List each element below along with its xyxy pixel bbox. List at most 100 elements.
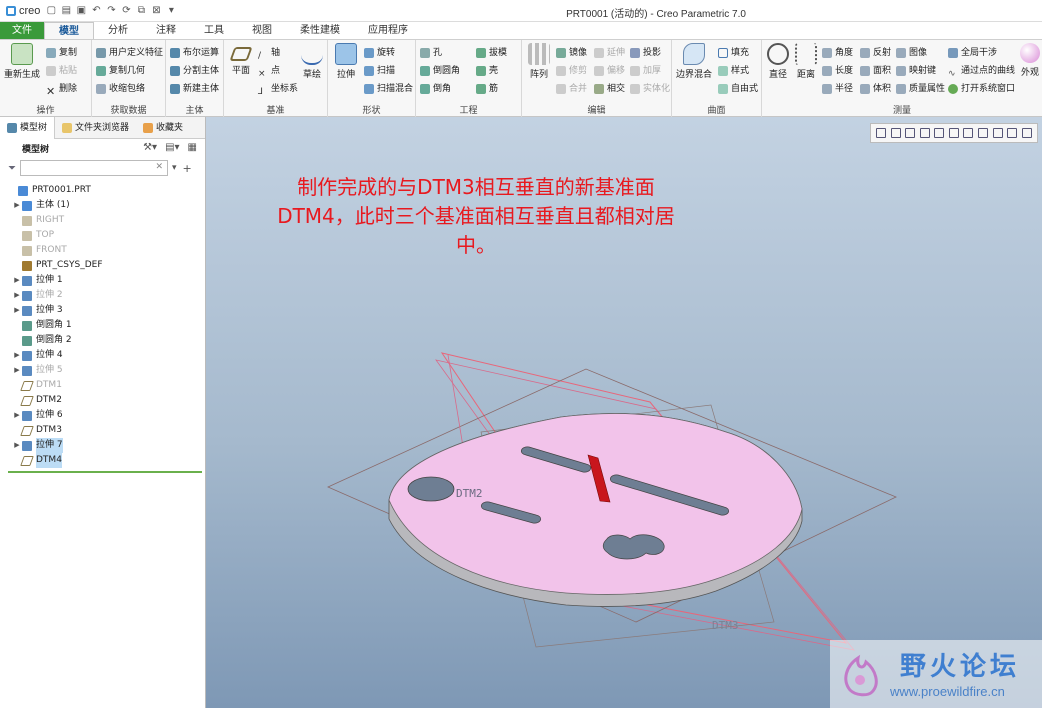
copy-button[interactable]: 复制 bbox=[46, 45, 77, 61]
tab-flexible-modeling[interactable]: 柔性建模 bbox=[286, 22, 354, 39]
appearance-button[interactable]: 外观 bbox=[1018, 43, 1042, 78]
round-hole[interactable] bbox=[407, 476, 455, 502]
boolean-button[interactable]: 布尔运算 bbox=[170, 45, 219, 61]
image-button[interactable]: 图像 bbox=[896, 45, 927, 61]
extend-button[interactable]: 延伸 bbox=[594, 45, 625, 61]
plane-button[interactable]: 平面 bbox=[226, 43, 256, 76]
intersect-button[interactable]: 相交 bbox=[594, 81, 625, 97]
regenerate-button[interactable]: 重新生成 bbox=[2, 43, 42, 80]
volume-button[interactable]: 体积 bbox=[860, 81, 891, 97]
point-button[interactable]: × 点 bbox=[258, 63, 280, 79]
solidify-button[interactable]: 实体化 bbox=[630, 81, 670, 97]
tab-applications[interactable]: 应用程序 bbox=[354, 22, 422, 39]
add-filter-icon[interactable]: + bbox=[183, 162, 192, 175]
expand-arrow-icon[interactable]: ▶ bbox=[12, 348, 22, 363]
boundary-blend-button[interactable]: 边界混合 bbox=[674, 43, 714, 80]
mass-properties-button[interactable]: 质量属性 bbox=[896, 81, 945, 97]
delete-button[interactable]: ✕ 删除 bbox=[46, 81, 77, 98]
radius-button[interactable]: 半径 bbox=[822, 81, 853, 97]
shrinkwrap-button[interactable]: 收缩包络 bbox=[96, 81, 145, 97]
expand-arrow-icon[interactable]: ▶ bbox=[12, 438, 22, 453]
draft-button[interactable]: 拔模 bbox=[476, 45, 507, 61]
tree-node[interactable]: DTM4 bbox=[0, 453, 205, 468]
reflect-button[interactable]: 反射 bbox=[860, 45, 891, 61]
tree-node[interactable]: ▶ 拉伸 3 bbox=[0, 303, 205, 318]
tab-analysis[interactable]: 分析 bbox=[94, 22, 142, 39]
map-key-button[interactable]: 映射键 bbox=[896, 63, 936, 79]
round-button[interactable]: 倒圆角 bbox=[420, 63, 460, 79]
area-button[interactable]: 面积 bbox=[860, 63, 891, 79]
offset-button[interactable]: 偏移 bbox=[594, 63, 625, 79]
tree-node[interactable]: DTM3 bbox=[0, 423, 205, 438]
filter-icon[interactable]: ⏷ bbox=[8, 163, 16, 174]
udf-button[interactable]: 用户定义特征 bbox=[96, 45, 163, 61]
tree-node[interactable]: ▶ 拉伸 6 bbox=[0, 408, 205, 423]
expand-arrow-icon[interactable]: ▶ bbox=[12, 303, 22, 318]
tree-search-input[interactable]: ✕ bbox=[20, 160, 168, 176]
shell-button[interactable]: 壳 bbox=[476, 63, 498, 79]
tree-node[interactable]: TOP bbox=[0, 228, 205, 243]
tree-show-icon[interactable]: ▤▾ bbox=[165, 142, 179, 153]
expand-arrow-icon[interactable]: ▶ bbox=[12, 273, 22, 288]
diameter-button[interactable]: 直径 bbox=[764, 43, 792, 80]
rib-button[interactable]: 筋 bbox=[476, 81, 498, 97]
global-interference-button[interactable]: 全局干涉 bbox=[948, 45, 997, 61]
filter-dropdown-icon[interactable]: ▾ bbox=[172, 163, 177, 173]
tree-node[interactable]: PRT_CSYS_DEF bbox=[0, 258, 205, 273]
model-geometry[interactable]: DTM2 DTM3 bbox=[206, 117, 1042, 708]
tree-node[interactable]: ▶ 拉伸 2 bbox=[0, 288, 205, 303]
chamfer-button[interactable]: 倒角 bbox=[420, 81, 451, 97]
pattern-button[interactable]: 阵列 bbox=[524, 43, 554, 80]
new-body-button[interactable]: 新建主体 bbox=[170, 81, 219, 97]
axis-button[interactable]: / 轴 bbox=[258, 45, 280, 61]
tab-model-tree[interactable]: 模型树 bbox=[0, 116, 56, 139]
freestyle-button[interactable]: 自由式 bbox=[718, 81, 758, 97]
tab-file[interactable]: 文件 bbox=[0, 22, 44, 39]
tree-columns-icon[interactable]: ▦ bbox=[188, 142, 197, 153]
insert-here-marker[interactable] bbox=[8, 471, 202, 473]
sweep-button[interactable]: 扫描 bbox=[364, 63, 395, 79]
tree-node[interactable]: ▶ 拉伸 1 bbox=[0, 273, 205, 288]
expand-arrow-icon[interactable]: ▶ bbox=[12, 408, 22, 423]
copy-geometry-button[interactable]: 复制几何 bbox=[96, 63, 145, 79]
split-body-button[interactable]: 分割主体 bbox=[170, 63, 219, 79]
angle-button[interactable]: 角度 bbox=[822, 45, 853, 61]
hole-button[interactable]: 孔 bbox=[420, 45, 442, 61]
tree-node[interactable]: RIGHT bbox=[0, 213, 205, 228]
csys-button[interactable]: ⅃ 坐标系 bbox=[258, 81, 298, 97]
paste-button[interactable]: 粘贴 bbox=[46, 63, 77, 79]
tree-node[interactable]: 倒圆角 1 bbox=[0, 318, 205, 333]
tab-model[interactable]: 模型 bbox=[44, 22, 94, 39]
length-button[interactable]: 长度 bbox=[822, 63, 853, 79]
graphics-viewport[interactable]: 制作完成的与DTM3相互垂直的新基准面 DTM4，此时三个基准面相互垂直且都相对… bbox=[206, 117, 1042, 708]
mirror-button[interactable]: 镜像 bbox=[556, 45, 587, 61]
tab-favorites[interactable]: 收藏夹 bbox=[136, 117, 190, 139]
distance-button[interactable]: 距离 bbox=[792, 43, 820, 80]
clear-search-icon[interactable]: ✕ bbox=[155, 162, 163, 172]
expand-arrow-icon[interactable]: ▶ bbox=[12, 288, 22, 303]
tree-settings-icon[interactable]: ⚒▾ bbox=[143, 142, 157, 153]
tab-view[interactable]: 视图 bbox=[238, 22, 286, 39]
tree-node[interactable]: ▶ 主体 (1) bbox=[0, 198, 205, 213]
expand-arrow-icon[interactable]: ▶ bbox=[12, 198, 22, 213]
tree-node[interactable]: DTM1 bbox=[0, 378, 205, 393]
expand-arrow-icon[interactable]: ▶ bbox=[12, 363, 22, 378]
tree-node[interactable]: DTM2 bbox=[0, 393, 205, 408]
curve-through-points-button[interactable]: ∿ 通过点的曲线 bbox=[948, 63, 1015, 79]
tree-node[interactable]: ▶ 拉伸 5 bbox=[0, 363, 205, 378]
style-button[interactable]: 样式 bbox=[718, 63, 749, 79]
swept-blend-button[interactable]: 扫描混合 bbox=[364, 81, 413, 97]
tab-annotate[interactable]: 注释 bbox=[142, 22, 190, 39]
extrude-button[interactable]: 拉伸 bbox=[330, 43, 362, 80]
tab-folder-browser[interactable]: 文件夹浏览器 bbox=[55, 117, 136, 139]
tab-tools[interactable]: 工具 bbox=[190, 22, 238, 39]
tree-node[interactable]: ▶ 拉伸 4 bbox=[0, 348, 205, 363]
open-system-window-button[interactable]: 打开系统窗口 bbox=[948, 81, 1015, 97]
tree-node[interactable]: FRONT bbox=[0, 243, 205, 258]
merge-button[interactable]: 合并 bbox=[556, 81, 587, 97]
fill-button[interactable]: 填充 bbox=[718, 45, 749, 61]
revolve-button[interactable]: 旋转 bbox=[364, 45, 395, 61]
sketch-button[interactable]: 草绘 bbox=[298, 43, 326, 80]
trim-button[interactable]: 修剪 bbox=[556, 63, 587, 79]
project-button[interactable]: 投影 bbox=[630, 45, 661, 61]
